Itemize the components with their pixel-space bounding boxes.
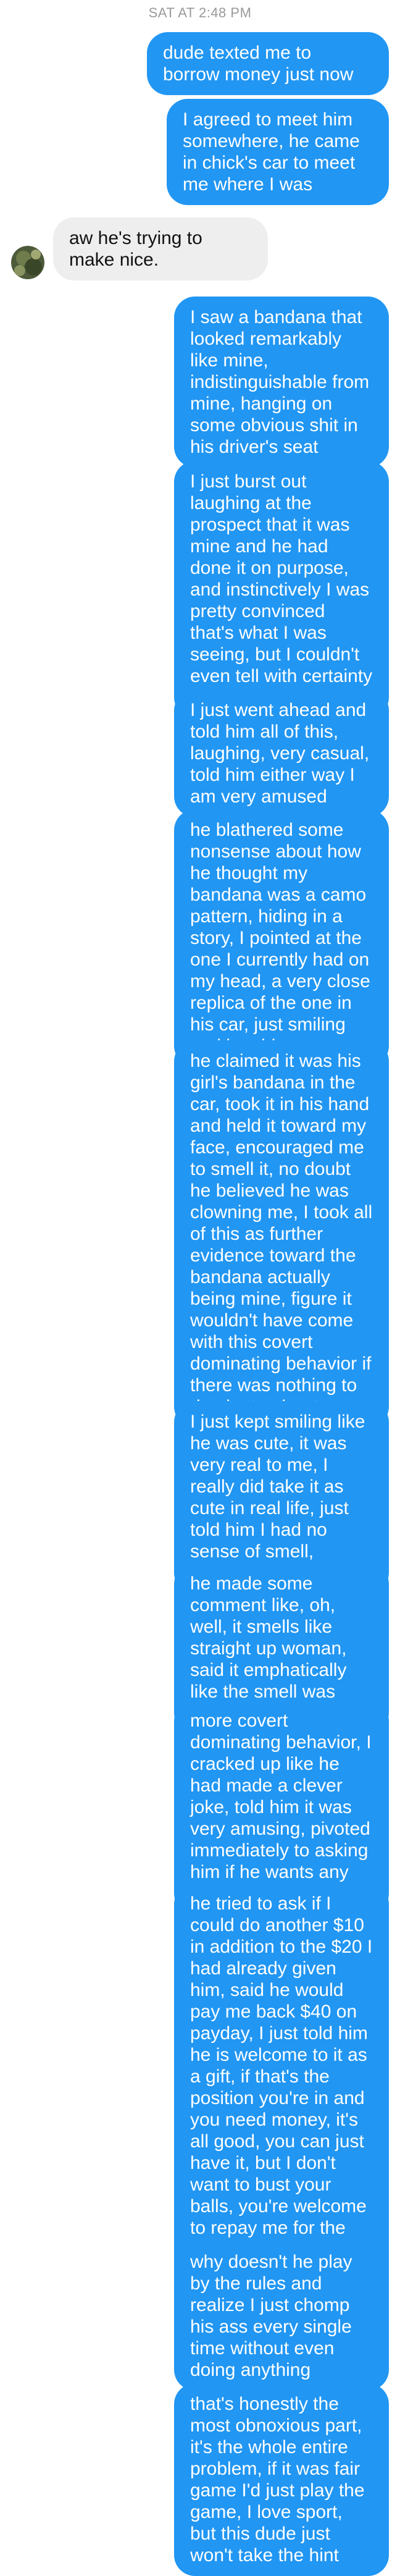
thread-timestamp: SAT AT 2:48 PM bbox=[148, 5, 252, 20]
message-bubble-incoming: aw he's trying to make nice. bbox=[53, 217, 268, 280]
message-bubble-outgoing: he blathered some nonsense about how he … bbox=[174, 809, 389, 1067]
message-bubble-outgoing: I just went ahead and told him all of th… bbox=[174, 689, 389, 817]
message-bubble-outgoing: why doesn't he play by the rules and rea… bbox=[174, 2241, 389, 2391]
message-bubble-outgoing: dude texted me to borrow money just now bbox=[147, 32, 389, 95]
message-bubble-outgoing: he tried to ask if I could do another $1… bbox=[174, 1883, 389, 2292]
message-bubble-outgoing: I just burst out laughing at the prospec… bbox=[174, 461, 389, 718]
message-bubble-outgoing: more covert dominating behavior, I crack… bbox=[174, 1700, 389, 1914]
message-bubble-outgoing: that's honestly the most obnoxious part,… bbox=[174, 2383, 389, 2576]
avatar-image-icon bbox=[11, 246, 44, 279]
message-bubble-outgoing: I saw a bandana that looked remarkably l… bbox=[174, 297, 389, 468]
message-bubble-outgoing: I agreed to meet him somewhere, he came … bbox=[167, 99, 389, 205]
message-bubble-outgoing: he claimed it was his girl's bandana in … bbox=[174, 1040, 389, 1428]
contact-avatar[interactable] bbox=[11, 246, 44, 279]
